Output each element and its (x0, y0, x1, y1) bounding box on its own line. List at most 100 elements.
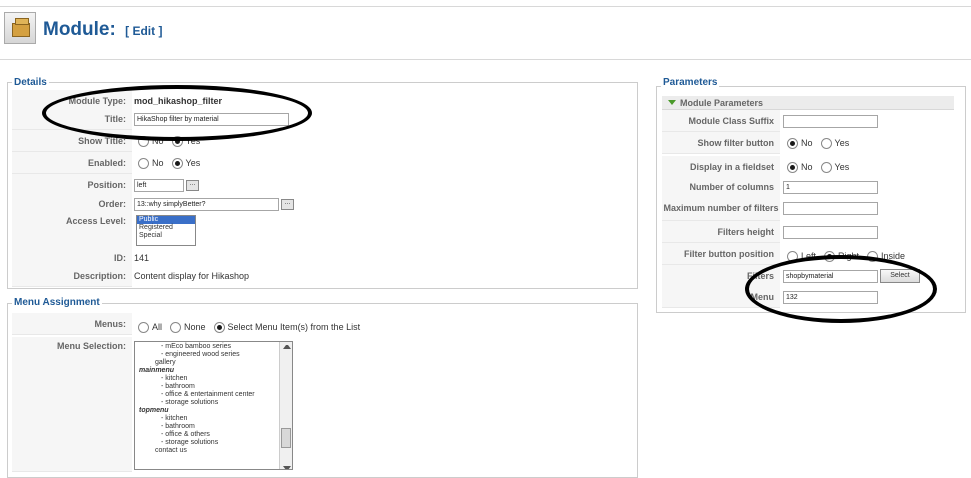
show-title-no-label: No (152, 136, 164, 146)
enabled-yes-radio[interactable] (171, 157, 183, 169)
scroll-thumb[interactable] (281, 428, 291, 448)
row-class-suffix: Module Class Suffix (662, 110, 954, 132)
title-input[interactable]: HikaShop filter by material (134, 112, 289, 126)
menu-selection-item[interactable]: - storage solutions (137, 439, 292, 447)
title-label: Title: (12, 108, 132, 130)
button-position-left-label: Left (801, 251, 817, 261)
row-title: Title: HikaShop filter by material (12, 108, 634, 130)
menu-selection-item[interactable]: - engineered wood series (137, 351, 292, 359)
scroll-up-arrow[interactable] (283, 345, 291, 349)
row-menu: Menu 132 (662, 286, 954, 308)
expand-triangle-icon (668, 100, 676, 105)
menu-selection-item[interactable]: - kitchen (137, 415, 292, 423)
enabled-label: Enabled: (12, 152, 132, 174)
enabled-no-label: No (152, 158, 164, 168)
menu-selection-item[interactable]: - kitchen (137, 375, 292, 383)
menu-assignment-legend: Menu Assignment (12, 297, 102, 308)
show-title-yes-label: Yes (185, 136, 201, 146)
button-position-label: Filter button position (662, 243, 780, 265)
module-parameters-title: Module Parameters (680, 98, 764, 108)
show-title-yes-radio[interactable] (171, 135, 183, 147)
menus-all-radio[interactable] (138, 321, 149, 333)
access-listbox[interactable]: Public Registered Special (136, 215, 196, 246)
menu-selection-item[interactable]: topmenu (137, 407, 292, 415)
access-label: Access Level: (12, 212, 132, 250)
menu-selection-item[interactable]: gallery (137, 359, 292, 367)
details-legend: Details (12, 77, 49, 88)
display-fieldset-yes-radio[interactable] (820, 161, 832, 173)
button-position-right-label: Right (838, 251, 860, 261)
display-fieldset-label: Display in a fieldset (662, 156, 780, 178)
select-filters-button[interactable]: Select (880, 269, 920, 283)
description-value: Content display for Hikashop (134, 271, 250, 281)
show-filter-button-yes-radio[interactable] (820, 137, 832, 149)
button-position-inside-label: Inside (881, 251, 906, 261)
menu-selection-item[interactable]: - bathroom (137, 383, 292, 391)
page-title-text: Module: (43, 19, 116, 40)
filters-input[interactable]: shopbymaterial (783, 269, 878, 283)
access-option[interactable]: Registered (137, 224, 195, 232)
menu-label: Menu (662, 286, 780, 308)
module-icon (4, 12, 36, 44)
parameters-legend: Parameters (661, 77, 720, 88)
row-display-fieldset: Display in a fieldset No Yes (662, 156, 954, 178)
description-label: Description: (12, 265, 132, 287)
row-show-title: Show Title: No Yes (12, 130, 634, 152)
order-dropdown-button[interactable]: ... (281, 198, 294, 210)
button-position-left-radio[interactable] (787, 250, 798, 262)
menu-selection-item[interactable]: - bathroom (137, 423, 292, 431)
filters-height-label: Filters height (662, 221, 780, 243)
menu-selection-listbox[interactable]: - mEco bamboo series - engineered wood se… (134, 341, 293, 470)
class-suffix-label: Module Class Suffix (662, 110, 780, 132)
filters-height-input[interactable] (783, 225, 878, 239)
row-show-filter-button: Show filter button No Yes (662, 132, 954, 154)
show-title-label: Show Title: (12, 130, 132, 152)
position-dropdown-button[interactable]: ... (186, 179, 199, 191)
page-title: Module: [ Edit ] (43, 19, 162, 41)
menu-selection-item[interactable]: - office & entertainment center (137, 391, 292, 399)
module-parameters-header[interactable]: Module Parameters (662, 96, 954, 110)
menus-select-radio[interactable] (213, 321, 225, 333)
scroll-down-arrow[interactable] (283, 466, 291, 469)
menu-selection-label: Menu Selection: (12, 337, 132, 472)
menu-selection-item[interactable]: contact us (137, 447, 292, 455)
button-position-right-radio[interactable] (824, 250, 836, 262)
menu-selection-item[interactable]: mainmenu (137, 367, 292, 375)
class-suffix-input[interactable] (783, 114, 878, 128)
access-option[interactable]: Public (137, 216, 195, 224)
menus-label: Menus: (12, 313, 132, 335)
order-select[interactable]: 13::why simplyBetter? (134, 197, 279, 211)
display-fieldset-no-label: No (801, 162, 813, 172)
menu-selection-scrollbar[interactable] (279, 342, 292, 469)
enabled-no-radio[interactable] (138, 157, 149, 169)
show-title-no-radio[interactable] (138, 135, 149, 147)
columns-input[interactable]: 1 (783, 180, 878, 194)
row-max-filters: Maximum number of filters (662, 195, 954, 221)
row-filters: Filters shopbymaterial Select (662, 265, 954, 287)
display-fieldset-yes-label: Yes (834, 162, 850, 172)
show-filter-button-no-radio[interactable] (787, 137, 798, 149)
button-position-inside-radio[interactable] (867, 250, 879, 262)
show-filter-button-no-label: No (801, 138, 813, 148)
menu-selection-item[interactable]: - storage solutions (137, 399, 292, 407)
max-filters-input[interactable] (783, 201, 878, 215)
filters-label: Filters (662, 265, 780, 287)
menus-none-label: None (184, 322, 206, 332)
row-menu-selection: Menu Selection: (12, 337, 634, 472)
menu-selection-item[interactable]: - mEco bamboo series (137, 343, 292, 351)
menu-input[interactable]: 132 (783, 290, 878, 304)
access-option[interactable]: Special (137, 232, 195, 240)
display-fieldset-no-radio[interactable] (787, 161, 798, 173)
edit-label: [ Edit ] (125, 24, 163, 38)
row-button-position: Filter button position Left Right Inside (662, 243, 954, 265)
menus-none-radio[interactable] (170, 321, 182, 333)
row-enabled: Enabled: No Yes (12, 152, 634, 174)
menu-selection-item[interactable]: - office & others (137, 431, 292, 439)
max-filters-label: Maximum number of filters (662, 195, 780, 221)
header-top-rule (0, 6, 971, 7)
row-description: Description: Content display for Hikasho… (12, 265, 634, 287)
enabled-yes-label: Yes (185, 158, 201, 168)
row-access: Access Level: Public Registered Special (12, 212, 634, 250)
position-input[interactable]: left (134, 178, 184, 192)
row-filters-height: Filters height (662, 221, 954, 243)
